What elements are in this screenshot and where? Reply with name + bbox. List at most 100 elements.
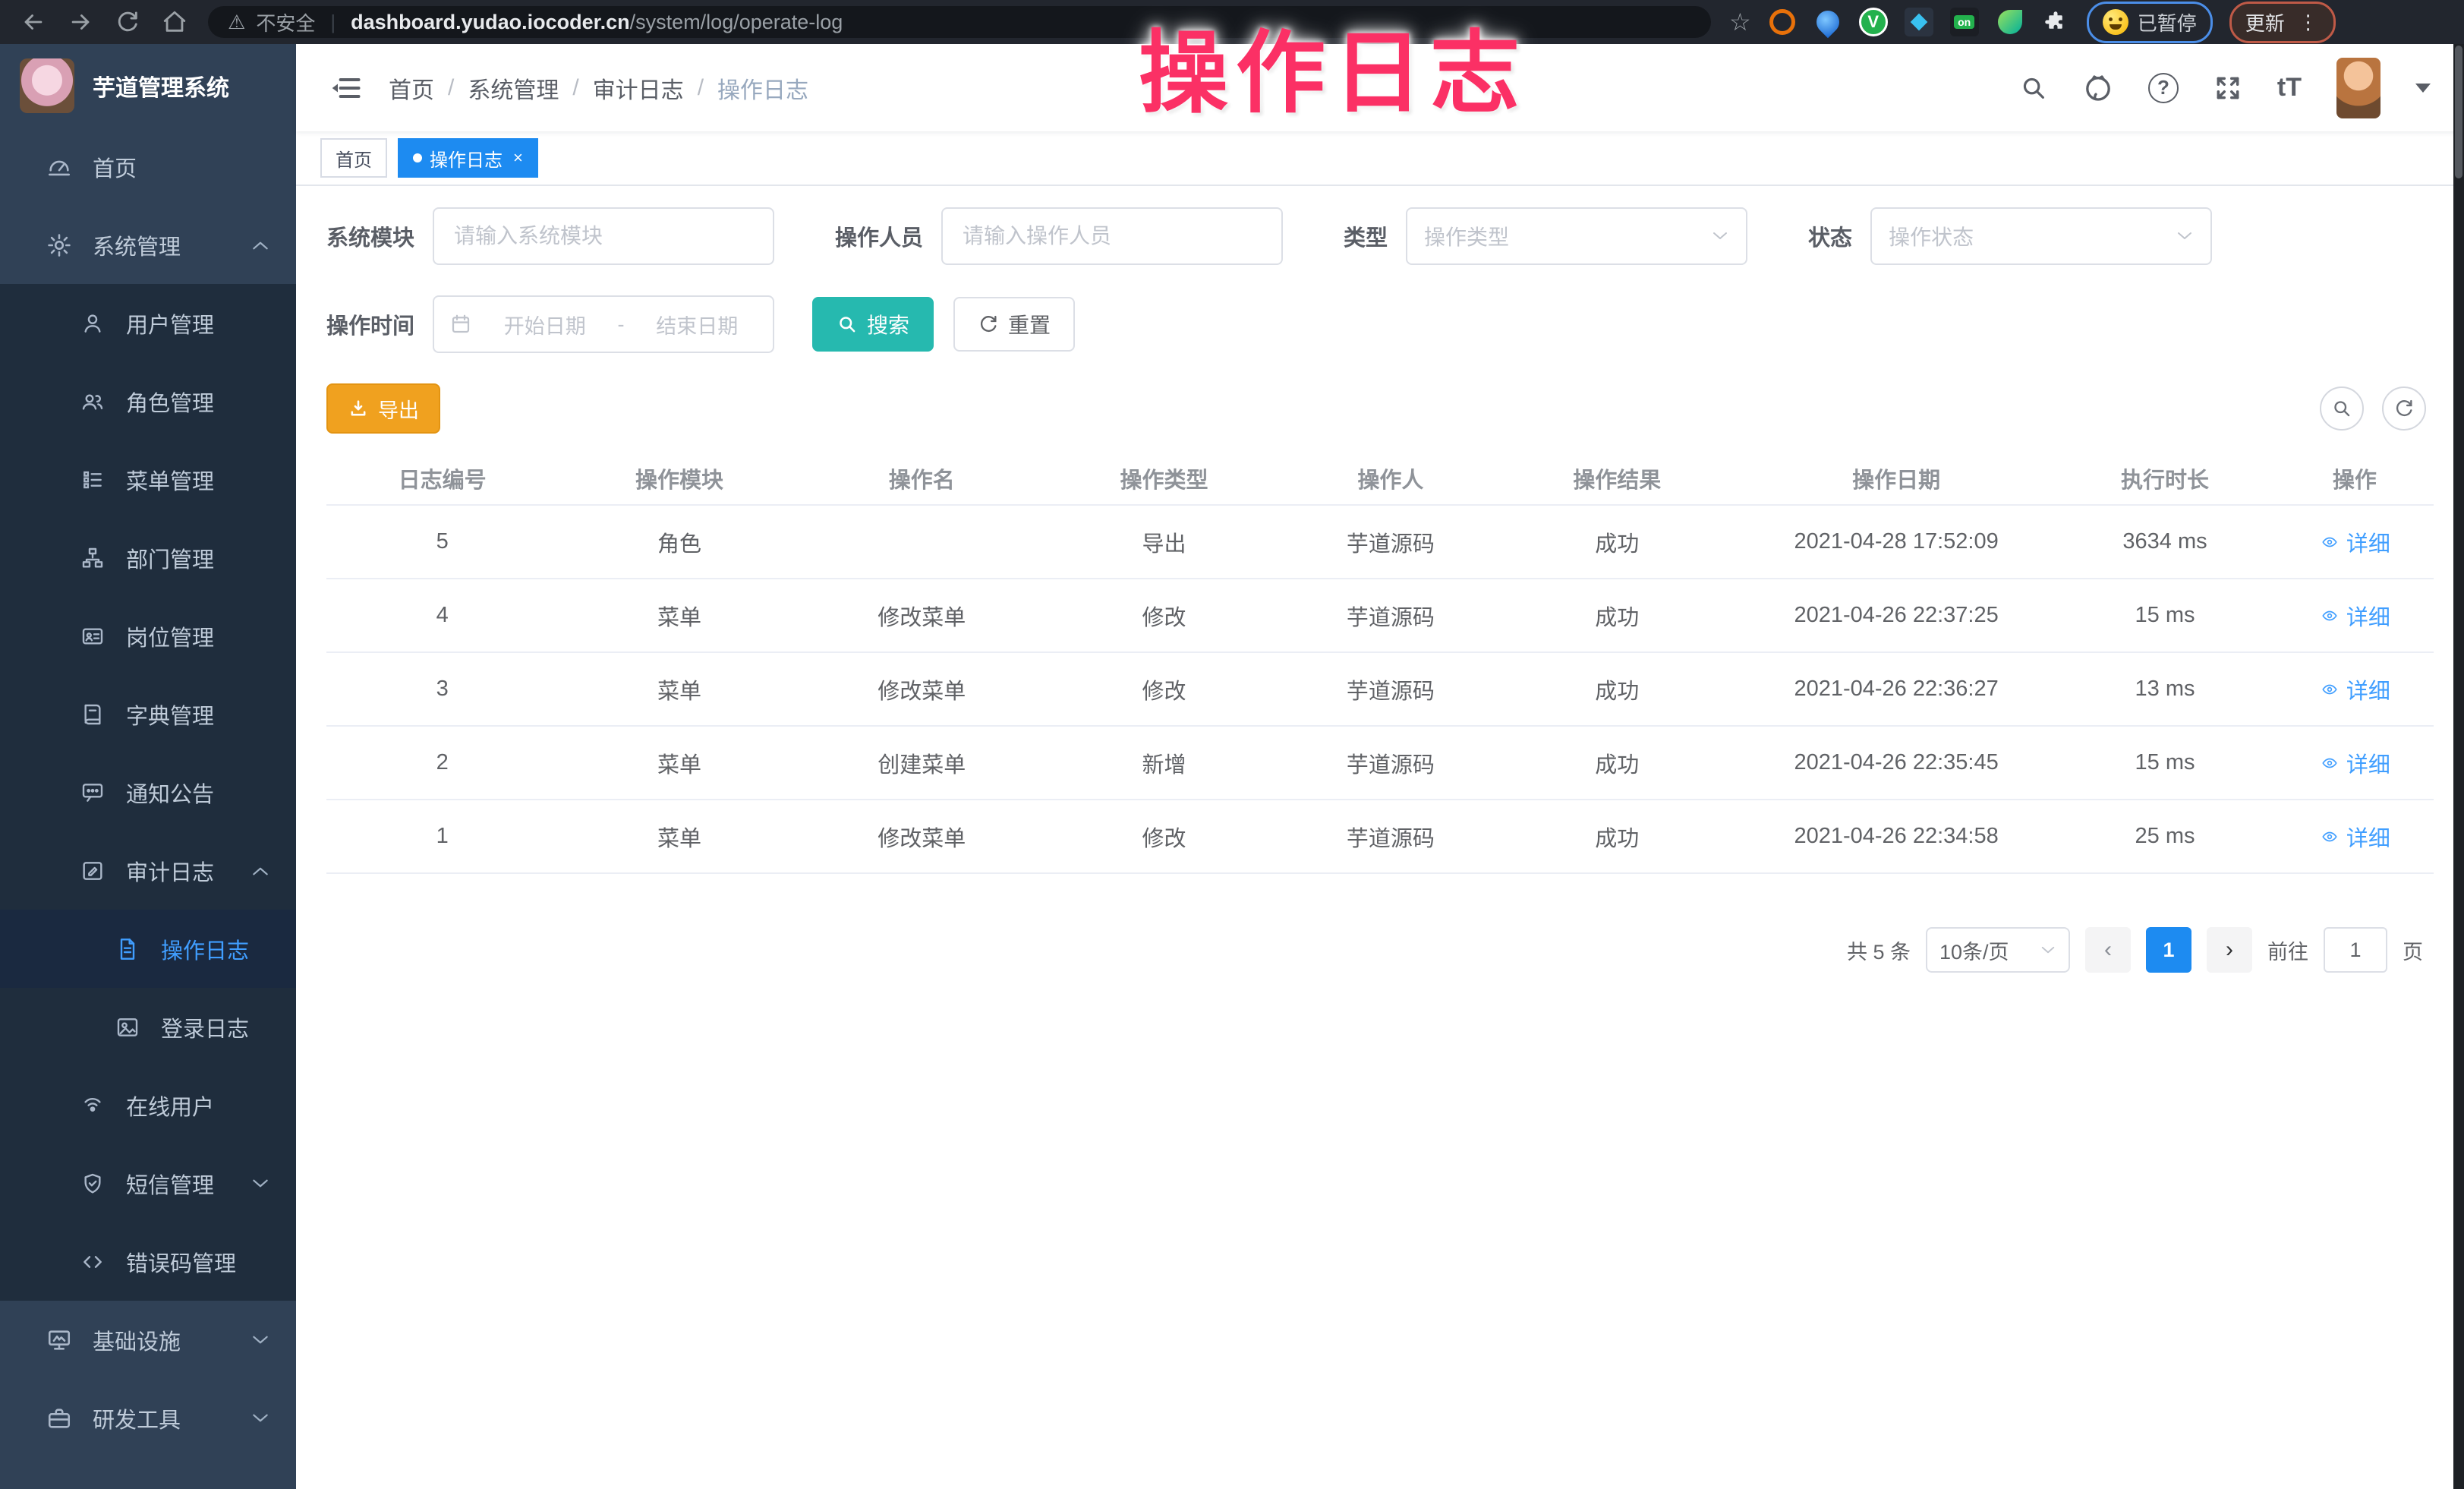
tag-operate-log[interactable]: 操作日志 [398,138,538,178]
breadcrumb-audit[interactable]: 审计日志 [593,71,684,105]
emoji-avatar-icon [2103,9,2128,35]
next-page-button[interactable] [2207,927,2252,973]
update-label: 更新 [2245,8,2285,36]
table-row: 5 角色 导出 芋道源码 成功 2021-04-28 17:52:09 3634… [326,505,2434,579]
monitor-icon [46,1327,73,1353]
status-select[interactable]: 操作状态 [1870,207,2212,265]
page-number-button[interactable]: 1 [2146,927,2191,973]
tag-home[interactable]: 首页 [320,138,387,178]
bookmark-star-icon[interactable]: ☆ [1729,8,1751,36]
col-type: 操作类型 [1043,452,1285,505]
help-icon[interactable] [2148,73,2179,103]
home-icon[interactable] [155,2,194,42]
start-date-placeholder[interactable]: 开始日期 [484,310,606,339]
github-icon[interactable] [2083,73,2113,103]
type-label: 类型 [1344,220,1388,252]
font-size-icon[interactable] [2277,73,2302,103]
chevron-up-icon [250,239,270,251]
sidebar-item-home[interactable]: 首页 [0,128,296,206]
forward-icon[interactable] [61,2,100,42]
browser-actions: ☆ V on 已暂停 更新 ⋮ [1729,2,2336,43]
detail-link[interactable]: 详细 [2319,674,2390,705]
sidebar-item-posts[interactable]: 岗位管理 [0,597,296,675]
sidebar-item-login-log[interactable]: 登录日志 [0,988,296,1066]
search-button[interactable]: 搜索 [812,297,934,352]
operator-input[interactable] [941,207,1283,265]
ext-pin-icon[interactable] [1813,8,1842,36]
sidebar-item-error-codes[interactable]: 错误码管理 [0,1222,296,1301]
chevron-down-icon [1711,231,1729,241]
browser-scrollbar[interactable] [2453,44,2464,1489]
search-icon[interactable] [2019,74,2048,103]
back-icon[interactable] [14,2,53,42]
table-row: 4 菜单 修改菜单 修改 芋道源码 成功 2021-04-26 22:37:25… [326,579,2434,652]
operator-label: 操作人员 [835,220,923,252]
sidebar-item-audit-log[interactable]: 审计日志 [0,831,296,910]
sidebar-item-menus[interactable]: 菜单管理 [0,440,296,519]
detail-link[interactable]: 详细 [2319,526,2390,558]
sidebar-item-system[interactable]: 系统管理 [0,206,296,284]
scrollbar-thumb[interactable] [2455,46,2462,178]
date-range-picker[interactable]: 开始日期 - 结束日期 [433,295,774,353]
ext-switch-icon[interactable]: on [1950,8,1979,36]
table-row: 1 菜单 修改菜单 修改 芋道源码 成功 2021-04-26 22:34:58… [326,800,2434,873]
sidebar-item-users[interactable]: 用户管理 [0,284,296,362]
page-size-select[interactable]: 10条/页 [1926,927,2070,973]
sidebar-item-dev-tools[interactable]: 研发工具 [0,1379,296,1457]
breadcrumb-home[interactable]: 首页 [389,71,434,105]
shield-icon [79,1172,106,1196]
avatar[interactable] [2336,58,2381,118]
prev-page-button[interactable] [2085,927,2131,973]
update-button[interactable]: 更新 ⋮ [2229,2,2336,43]
module-input[interactable] [433,207,774,265]
reload-icon[interactable] [108,2,147,42]
end-date-placeholder[interactable]: 结束日期 [637,310,758,339]
user-icon [79,311,106,336]
online-icon [79,1093,106,1118]
sidebar-item-roles[interactable]: 角色管理 [0,362,296,440]
sidebar-item-operate-log[interactable]: 操作日志 [0,910,296,988]
detail-link[interactable]: 详细 [2319,821,2390,853]
breadcrumb-system[interactable]: 系统管理 [468,71,559,105]
chevron-down-icon [250,1412,270,1424]
toggle-search-button[interactable] [2320,386,2364,431]
security-label[interactable]: 不安全 [256,8,315,36]
detail-link[interactable]: 详细 [2319,600,2390,632]
close-icon[interactable] [513,148,523,168]
ext-blue-cube-icon[interactable] [1905,8,1933,36]
caret-down-icon[interactable] [2415,84,2431,93]
sidebar-item-sms[interactable]: 短信管理 [0,1144,296,1222]
sidebar-item-notice[interactable]: 通知公告 [0,753,296,831]
hamburger-icon[interactable] [329,74,363,103]
menu-list-icon [79,468,106,492]
url-separator: | [326,11,340,34]
navbar-actions [2019,58,2431,118]
type-select[interactable]: 操作类型 [1406,207,1747,265]
sidebar-item-departments[interactable]: 部门管理 [0,519,296,597]
detail-link[interactable]: 详细 [2319,747,2390,779]
ext-orange-icon[interactable] [1768,8,1797,36]
sidebar-item-dict[interactable]: 字典管理 [0,675,296,753]
ext-leaf-icon[interactable] [1996,8,2024,36]
ext-puzzle-icon[interactable] [2041,8,2070,36]
fullscreen-icon[interactable] [2214,74,2242,103]
col-log-id: 日志编号 [326,452,558,505]
sidebar-item-online-users[interactable]: 在线用户 [0,1066,296,1144]
table-mini-buttons [2320,386,2426,431]
export-button[interactable]: 导出 [326,383,440,434]
sidebar-logo-row[interactable]: 芋道管理系统 [0,44,296,128]
eye-icon [2319,681,2340,698]
col-result: 操作结果 [1496,452,1738,505]
sidebar-item-infrastructure[interactable]: 基础设施 [0,1301,296,1379]
ext-green-v-icon[interactable]: V [1859,8,1888,36]
time-label: 操作时间 [326,308,414,340]
paused-extension-pill[interactable]: 已暂停 [2087,2,2213,43]
reset-button[interactable]: 重置 [953,297,1075,352]
more-menu-icon[interactable]: ⋮ [2299,11,2320,34]
page-content: 系统模块 操作人员 类型 操作类型 状态 操作状态 [296,186,2464,1489]
tags-view: 首页 操作日志 [296,131,2464,186]
col-duration: 执行时长 [2054,452,2275,505]
refresh-button[interactable] [2382,386,2426,431]
total-count: 共 5 条 [1847,935,1911,965]
goto-page-input[interactable] [2324,927,2387,973]
